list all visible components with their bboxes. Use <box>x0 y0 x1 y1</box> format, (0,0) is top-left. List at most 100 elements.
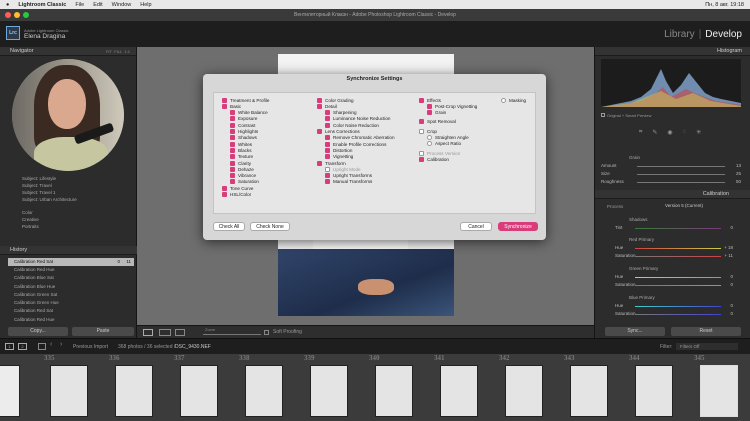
paste-button[interactable]: Paste <box>72 327 134 336</box>
checkbox-icon[interactable] <box>325 179 330 185</box>
sync-option-basic[interactable]: Basic <box>222 103 241 109</box>
green-saturation-row[interactable]: Saturation 0 <box>615 282 733 287</box>
sync-option-highlights[interactable]: Highlights <box>230 129 258 135</box>
checkbox-icon[interactable] <box>230 147 235 153</box>
sync-option-whites[interactable]: Whites <box>230 141 252 147</box>
nav-fit[interactable]: FIT <box>106 49 112 54</box>
collection-item[interactable]: Subject: Lifestyle <box>0 175 137 182</box>
sync-option-clarity[interactable]: Clarity <box>230 160 251 166</box>
history-item[interactable]: Calibration Blue Sat <box>8 274 134 282</box>
checkbox-icon[interactable] <box>325 110 330 116</box>
sync-option-dehaze[interactable]: Dehaze <box>230 166 254 172</box>
checkbox-icon[interactable] <box>230 141 235 147</box>
sync-option-vibrance[interactable]: Vibrance <box>230 173 256 179</box>
back-arrow-icon[interactable]: ‹ <box>50 341 52 348</box>
synchronize-button[interactable]: Synchronize <box>498 222 538 231</box>
history-item[interactable]: Calibration Red Sat <box>8 307 134 315</box>
checkbox-icon[interactable] <box>230 135 235 141</box>
history-item[interactable]: Calibration Blue Hue <box>8 283 134 291</box>
sync-option-vignetting[interactable]: Vignetting <box>325 154 353 160</box>
radio-icon[interactable] <box>427 141 432 147</box>
checkbox-icon[interactable] <box>325 122 330 128</box>
healing-icon[interactable]: ✎ <box>652 129 657 136</box>
sync-option-blacks[interactable]: Blacks <box>230 147 252 153</box>
filmstrip-thumb[interactable] <box>180 365 218 417</box>
filmstrip-thumb[interactable] <box>115 365 153 417</box>
crop-icon[interactable]: ⌗ <box>639 129 642 136</box>
grid-view-icon[interactable] <box>175 329 185 336</box>
histogram-graph[interactable] <box>601 59 741 107</box>
process-version-select[interactable]: Version 5 (Current) <box>665 203 703 208</box>
sync-option-contrast[interactable]: Contrast <box>230 122 255 128</box>
module-develop[interactable]: Develop <box>705 29 742 40</box>
checkbox-icon[interactable] <box>230 160 235 166</box>
filmstrip-thumb[interactable] <box>440 365 478 417</box>
sync-option-detail[interactable]: Detail <box>317 103 337 109</box>
checkbox-icon[interactable] <box>419 97 424 103</box>
grain-roughness-row[interactable]: Roughness 50 <box>601 179 741 184</box>
sync-option-distortion[interactable]: Distortion <box>325 147 352 153</box>
close-window-button[interactable] <box>5 12 11 18</box>
checkbox-icon[interactable] <box>325 116 330 122</box>
menu-app-name[interactable]: Lightroom Classic <box>18 2 66 8</box>
collection-item[interactable]: Subject: Urban Architecture <box>0 196 137 203</box>
zoom-slider[interactable] <box>203 334 261 335</box>
sync-option-post-crop-vignetting[interactable]: Post-Crop Vignetting <box>427 103 477 109</box>
minimize-window-button[interactable] <box>14 12 20 18</box>
checkbox-icon[interactable] <box>230 179 235 185</box>
preset-folder-portraits[interactable]: Portraits <box>0 223 137 230</box>
checkbox-icon[interactable] <box>325 141 330 147</box>
checkbox-icon[interactable] <box>317 103 322 109</box>
module-library[interactable]: Library <box>664 29 695 40</box>
checkbox-icon[interactable] <box>419 150 424 156</box>
monitor-1-icon[interactable]: 1 <box>5 343 14 350</box>
collection-item[interactable]: Subject: Travel <box>0 182 137 189</box>
sync-option-texture[interactable]: Texture <box>230 154 253 160</box>
checkbox-icon[interactable] <box>419 128 424 134</box>
filters-off-select[interactable]: Filters Off <box>676 343 738 350</box>
sync-option-aspect-ratio[interactable]: Aspect Ratio <box>427 141 461 147</box>
checkbox-icon[interactable] <box>230 129 235 134</box>
history-item[interactable]: Calibration Red Hue <box>8 266 134 274</box>
grid-icon[interactable] <box>38 343 46 350</box>
blue-saturation-row[interactable]: Saturation 0 <box>615 311 733 316</box>
history-item[interactable]: Calibration Red Sat 0 11 <box>8 258 134 266</box>
check-all-button[interactable]: Check All <box>213 222 245 231</box>
sync-option-masking[interactable]: Masking <box>501 97 526 103</box>
checkbox-icon[interactable] <box>427 103 432 109</box>
menu-file[interactable]: File <box>75 2 84 8</box>
sync-option-calibration[interactable]: Calibration <box>419 156 449 162</box>
shadows-tint-row[interactable]: Tint 0 <box>615 225 733 230</box>
checkbox-icon[interactable] <box>230 154 235 160</box>
red-hue-row[interactable]: Hue + 18 <box>615 245 733 250</box>
histogram-header[interactable]: Histogram <box>595 47 750 56</box>
sync-option-spot-removal[interactable]: Spot Removal <box>419 119 456 125</box>
sync-option-treatment-profile[interactable]: Treatment & Profile <box>222 97 269 103</box>
apple-icon[interactable]: ● <box>6 2 9 8</box>
reset-button[interactable]: Reset <box>671 327 741 336</box>
nav-fill[interactable]: FILL <box>114 49 122 54</box>
green-hue-row[interactable]: Hue 0 <box>615 274 733 279</box>
history-item[interactable]: Calibration Green Sat <box>8 291 134 299</box>
previous-import[interactable]: Previous Import <box>73 344 108 350</box>
check-none-button[interactable]: Check None <box>250 222 290 231</box>
sync-option-color-grading[interactable]: Color Grading <box>317 97 354 103</box>
grain-amount-row[interactable]: Amount 13 <box>601 163 741 168</box>
checkbox-icon[interactable] <box>325 166 330 172</box>
menu-edit[interactable]: Edit <box>93 2 102 8</box>
grain-size-row[interactable]: Size 25 <box>601 171 741 176</box>
sync-option-tone-curve[interactable]: Tone Curve <box>222 185 254 191</box>
sync-option-upright-transforms[interactable]: Upright Transforms <box>325 173 372 179</box>
filmstrip-thumb-selected[interactable] <box>700 365 738 417</box>
preset-folder-creative[interactable]: Creative <box>0 216 137 223</box>
sync-option-saturation[interactable]: Saturation <box>230 179 259 185</box>
checkbox-icon[interactable] <box>230 166 235 172</box>
filmstrip-thumb[interactable] <box>310 365 348 417</box>
loupe-view-icon[interactable] <box>143 329 153 336</box>
sync-option-exposure[interactable]: Exposure <box>230 116 257 122</box>
filmstrip-thumb[interactable] <box>505 365 543 417</box>
menu-window[interactable]: Window <box>112 2 132 8</box>
checkbox-icon[interactable] <box>222 97 227 103</box>
checkbox-icon[interactable] <box>419 119 424 125</box>
sync-option-enable-profile-corrections[interactable]: Enable Profile Corrections <box>325 141 386 147</box>
